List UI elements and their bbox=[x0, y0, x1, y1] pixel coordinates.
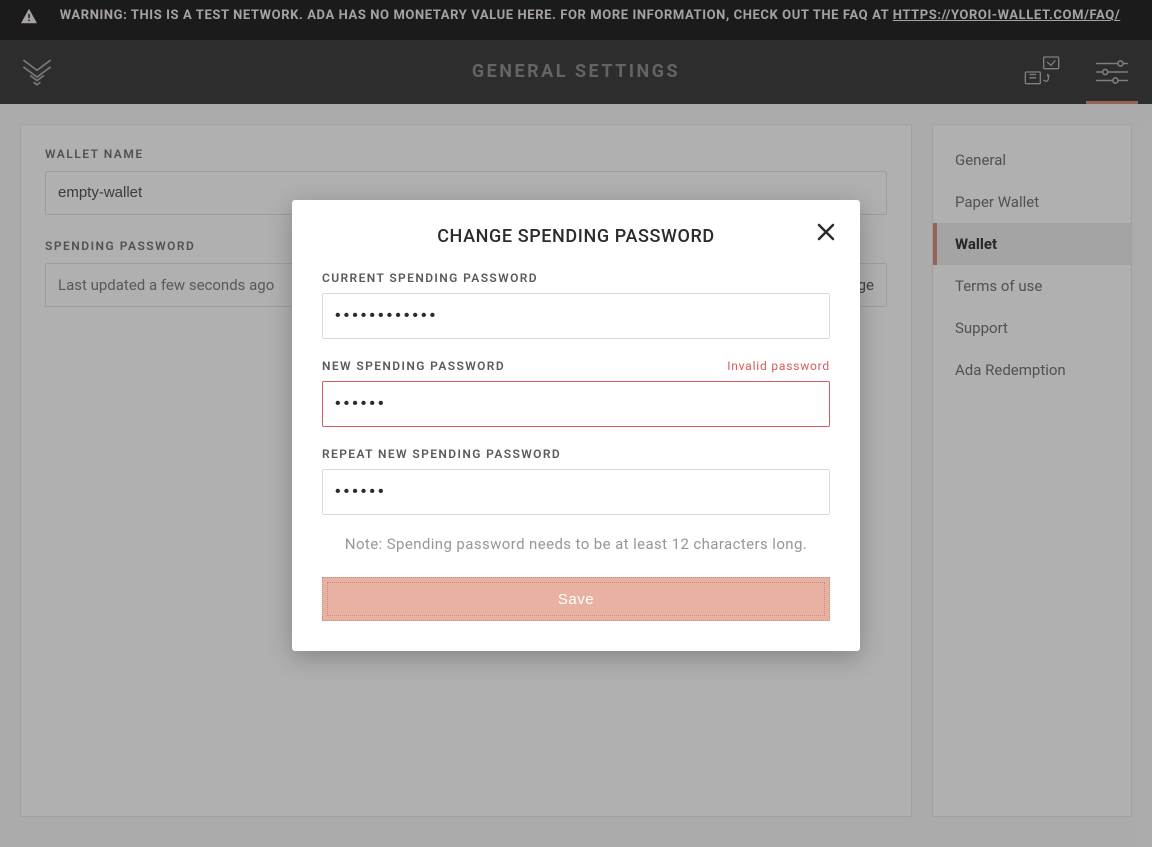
modal-overlay[interactable]: CHANGE SPENDING PASSWORD CURRENT SPENDIN… bbox=[0, 0, 1152, 847]
close-icon[interactable] bbox=[814, 220, 838, 244]
new-password-input[interactable] bbox=[322, 381, 830, 427]
change-password-modal: CHANGE SPENDING PASSWORD CURRENT SPENDIN… bbox=[292, 200, 860, 651]
modal-title: CHANGE SPENDING PASSWORD bbox=[322, 226, 830, 247]
password-note: Note: Spending password needs to be at l… bbox=[322, 535, 830, 553]
new-password-label: NEW SPENDING PASSWORD bbox=[322, 359, 505, 373]
new-password-error: Invalid password bbox=[727, 359, 830, 373]
save-button[interactable]: Save bbox=[322, 577, 830, 621]
current-password-label: CURRENT SPENDING PASSWORD bbox=[322, 271, 538, 285]
repeat-password-label: REPEAT NEW SPENDING PASSWORD bbox=[322, 447, 561, 461]
current-password-input[interactable] bbox=[322, 293, 830, 339]
repeat-password-input[interactable] bbox=[322, 469, 830, 515]
